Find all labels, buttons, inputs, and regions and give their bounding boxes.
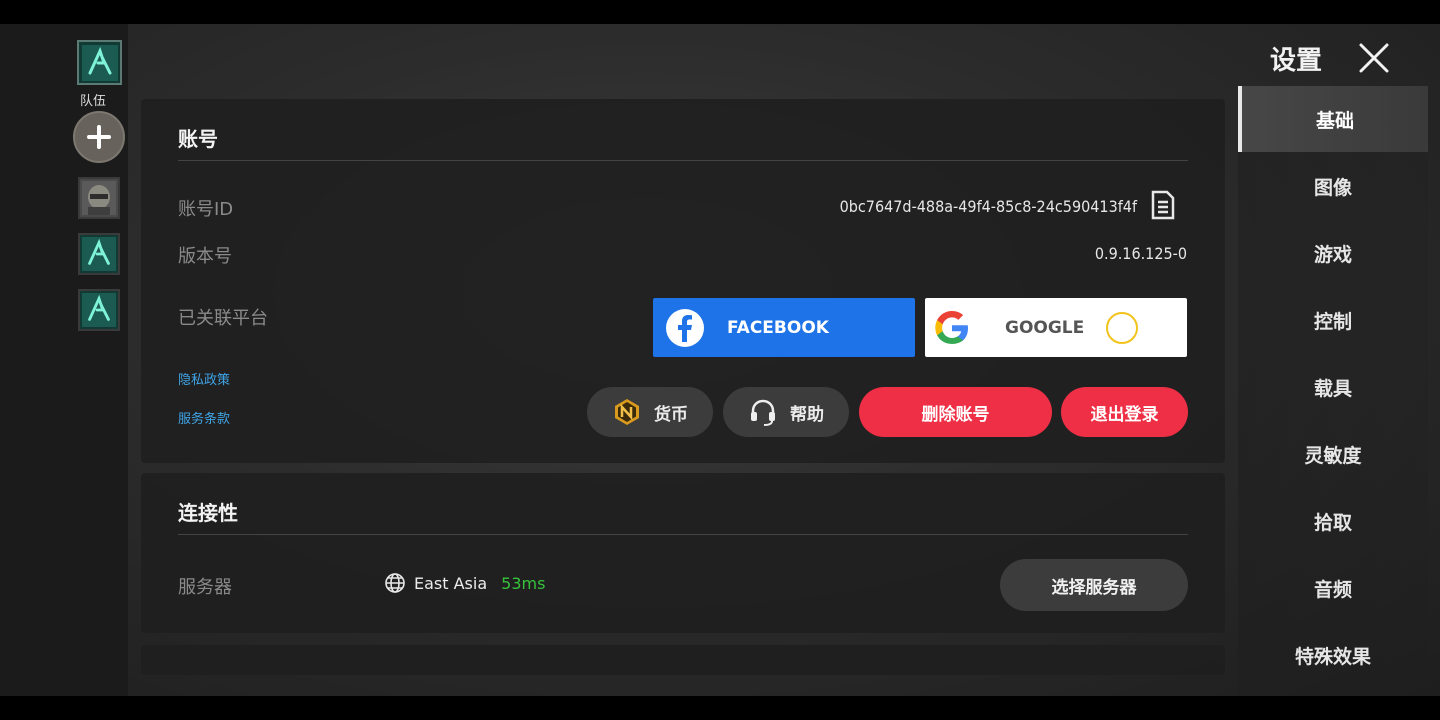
nav-item-sensitivity[interactable]: 灵敏度 [1238, 421, 1428, 487]
terms-of-service-link[interactable]: 服务条款 [178, 408, 230, 427]
nav-item-special-effects[interactable]: 特殊效果 [1238, 622, 1428, 688]
facebook-link-button[interactable]: FACEBOOK [653, 298, 915, 357]
connectivity-divider [178, 534, 1188, 535]
currency-label: 货币 [654, 404, 688, 425]
linked-platform-label: 已关联平台 [178, 308, 268, 329]
logout-button[interactable]: 退出登录 [1061, 387, 1188, 437]
copy-id-button[interactable] [1149, 188, 1177, 222]
account-title: 账号 [178, 127, 218, 151]
google-label: GOOGLE [1005, 317, 1085, 338]
teammate-slot-avatar[interactable] [78, 177, 120, 219]
google-icon [935, 310, 968, 344]
server-region: East Asia [414, 573, 488, 593]
help-label: 帮助 [790, 404, 824, 425]
nav-item-audio[interactable]: 音频 [1238, 555, 1428, 621]
server-status: East Asia 53ms [384, 572, 545, 594]
nav-item-basic[interactable]: 基础 [1238, 86, 1428, 152]
account-id-value: 0bc7647d-488a-49f4-85c8-24c590413f4f [839, 197, 1137, 216]
team-leader-slot[interactable] [77, 40, 122, 85]
settings-nav: 基础 图像 游戏 控制 载具 灵敏度 拾取 音频 特殊效果 [1238, 86, 1428, 696]
connectivity-title: 连接性 [178, 501, 238, 525]
team-emblem-icon [82, 237, 116, 271]
facebook-label: FACEBOOK [727, 317, 829, 338]
google-link-button[interactable]: GOOGLE [925, 298, 1187, 357]
logout-label: 退出登录 [1090, 404, 1159, 425]
delete-account-button[interactable]: 删除账号 [859, 387, 1052, 437]
currency-coin-icon [615, 399, 639, 425]
settings-screen: 队伍 设置 基础 图像 游戏 控制 载具 灵敏度 拾取 音频 特殊效果 账号 账… [0, 24, 1440, 696]
teammate-slot-2[interactable] [78, 233, 120, 275]
plus-icon [87, 125, 111, 149]
headset-icon [751, 399, 775, 426]
account-id-label: 账号ID [178, 199, 234, 220]
team-label: 队伍 [80, 94, 107, 109]
close-icon [1359, 43, 1389, 73]
next-settings-panel [141, 645, 1225, 675]
account-divider [178, 160, 1188, 161]
nav-item-pickup[interactable]: 拾取 [1238, 488, 1428, 554]
nav-item-vehicle[interactable]: 载具 [1238, 354, 1428, 420]
add-teammate-button[interactable] [73, 111, 125, 163]
team-emblem-icon [82, 293, 116, 327]
currency-button[interactable]: 货币 [587, 387, 713, 437]
version-value: 0.9.16.125-0 [1094, 244, 1187, 263]
delete-account-label: 删除账号 [921, 404, 990, 425]
select-server-button[interactable]: 选择服务器 [1000, 559, 1188, 611]
server-label: 服务器 [178, 577, 232, 598]
nav-item-controls[interactable]: 控制 [1238, 287, 1428, 353]
letterbox-top [0, 0, 1440, 24]
loading-ring-icon [1106, 311, 1139, 344]
nav-item-game[interactable]: 游戏 [1238, 220, 1428, 286]
team-emblem-icon [81, 44, 118, 81]
help-button[interactable]: 帮助 [723, 387, 849, 437]
teammate-slot-3[interactable] [78, 289, 120, 331]
player-avatar-icon [82, 181, 116, 215]
globe-icon [385, 573, 405, 593]
server-ping: 53ms [501, 573, 546, 593]
copy-icon [1151, 190, 1175, 220]
close-button[interactable] [1356, 40, 1392, 76]
version-label: 版本号 [178, 246, 232, 267]
letterbox-bottom [0, 696, 1440, 720]
team-sidebar: 队伍 [0, 24, 128, 696]
nav-item-graphics[interactable]: 图像 [1238, 153, 1428, 219]
connectivity-panel: 连接性 服务器 East Asia 53ms 选择服务器 [141, 473, 1225, 633]
account-panel: 账号 账号ID 0bc7647d-488a-49f4-85c8-24c59041… [141, 99, 1225, 463]
facebook-icon [666, 308, 704, 347]
privacy-policy-link[interactable]: 隐私政策 [178, 369, 230, 388]
page-title: 设置 [1270, 46, 1323, 76]
